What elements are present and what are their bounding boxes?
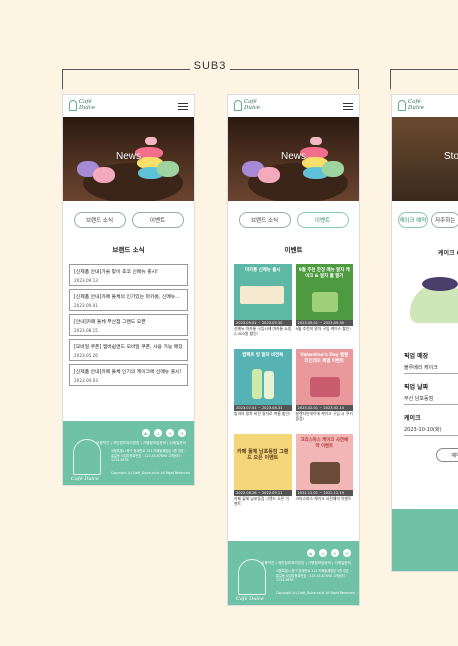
hero-banner: News <box>63 117 194 201</box>
footer-logo-icon <box>238 559 266 595</box>
list-item[interactable]: [신제품 안내]가을 맞이 초코 신메뉴 출시! 2023.09.13 <box>69 264 188 286</box>
mobile-screen-news: Café Dulce News 브랜드 소식 이벤트 브랜드 소식 [신제품 안내… <box>62 94 195 486</box>
tab-brand-news[interactable]: 브랜드 소식 <box>238 212 291 228</box>
hamburger-menu-icon[interactable] <box>178 102 188 110</box>
event-card[interactable]: 마카롱 신메뉴 출시 2023.09.01 ~ 2023.09.30 신메뉴 마… <box>234 264 292 344</box>
tab-bar: 브랜드 소식 이벤트 <box>228 212 359 228</box>
top-bar: Café Dulce <box>392 95 458 117</box>
section-bracket-next <box>390 69 458 89</box>
field-label: 픽업 날짜 <box>404 384 429 391</box>
twitter-icon[interactable]: ✦ <box>166 429 174 437</box>
footer: ▶ ◎ ✦ ✉ 이용약관 | 개인정보처리방침 | 가맹점모집문의 | 이메일문… <box>63 421 194 485</box>
pickup-store-field[interactable]: 블루베리 케이크 <box>404 364 458 374</box>
footer-links[interactable]: 이용약관 | 개인정보처리방침 | 가맹점모집문의 | 이메일문의 <box>261 561 351 566</box>
list-item[interactable]: [모바일 쿠폰] 멤버쉽앤드 모바일 쿠폰, 사용 가능 매장... 2023.… <box>69 339 188 361</box>
news-list: [신제품 안내]가을 맞이 초코 신메뉴 출시! 2023.09.13 [신제품… <box>63 264 194 386</box>
twitter-icon[interactable]: ✦ <box>331 549 339 557</box>
social-links: ▶ ◎ ✦ ✉ <box>142 429 186 437</box>
footer-links[interactable]: 이용약관 | 개인정보처리방침 | 가맹점모집문의 | 이메일문의 <box>96 441 186 446</box>
logo-mark-icon <box>398 100 406 111</box>
cake-field[interactable]: 2023-10-10(화) <box>404 426 458 436</box>
footer-logo-icon <box>73 439 101 475</box>
logo-mark-icon <box>69 100 77 111</box>
hero-banner: News <box>228 117 359 201</box>
social-links: ▶ ◎ ✦ ✉ <box>307 549 351 557</box>
event-card[interactable]: 크리스마스 케이크 사전예약 이벤트 2022.12.01 ~ 2022.12.… <box>295 434 353 514</box>
reserve-button[interactable]: 예약 <box>436 448 458 462</box>
event-image: 크리스마스 케이크 사전예약 이벤트 <box>295 434 353 490</box>
page-title: 케이크 C <box>438 250 458 257</box>
footer-info: 서울특별시 중구 청계천로 123 카페둘체빌딩 5층 대표 : 홍길동 사업자… <box>111 449 186 462</box>
tab-cake-reservation[interactable]: 케이크 예약 <box>398 212 428 228</box>
youtube-icon[interactable]: ▶ <box>142 429 150 437</box>
list-item[interactable]: [신제품 안내]카페 둘체의 인기있는 마카롱, 신메뉴... 2023.09.… <box>69 289 188 311</box>
youtube-icon[interactable]: ▶ <box>307 549 315 557</box>
event-image: Valentine's Day 발렌타인데이 특별 이벤트 <box>295 349 353 405</box>
footer-copyright: Copyright (c) Café_Dulce.co.kr All Right… <box>276 591 355 595</box>
hero-title: Sto <box>444 151 458 162</box>
page-title: 브랜드 소식 <box>112 246 145 254</box>
hero-banner: Sto <box>392 117 458 201</box>
brand-logo[interactable]: Café Dulce <box>234 98 264 114</box>
tab-brand-news[interactable]: 브랜드 소식 <box>73 212 126 228</box>
section-label: SUB3 <box>190 60 230 72</box>
tab-event[interactable]: 이벤트 <box>296 212 349 228</box>
footer-info: 서울특별시 중구 청계천로 123 카페둘체빌딩 5층 대표 : 홍길동 사업자… <box>276 569 351 582</box>
event-image: 카페 둘체 남포동점 그랜드 오픈 이벤트 <box>234 434 292 490</box>
brand-logo[interactable]: Café Dulce <box>398 98 428 114</box>
tab-event[interactable]: 이벤트 <box>131 212 184 228</box>
section-bracket <box>62 69 359 89</box>
footer-copyright: Copyright (c) Café_Dulce.co.kr All Right… <box>111 471 190 475</box>
event-card[interactable]: 9월 추천 한정 메뉴 말차 케이크 & 말차 롤 딸기 2023.09.01 … <box>295 264 353 344</box>
mail-icon[interactable]: ✉ <box>178 429 186 437</box>
list-item[interactable]: [신제품 안내]카페 둘체 인기의 케이크에 신메뉴 출시! 2023.04.0… <box>69 364 188 386</box>
mobile-screen-events: Café Dulce News 브랜드 소식 이벤트 이벤트 마카롱 신메뉴 출시… <box>227 94 360 606</box>
tab-bar: 케이크 예약 자주하는 <box>392 212 458 228</box>
section-header: SUB3 <box>62 60 359 90</box>
event-image: 9월 추천 한정 메뉴 말차 케이크 & 말차 롤 딸기 <box>295 264 353 320</box>
footer-logo-text: Café Dulce <box>236 596 264 602</box>
top-bar: Café Dulce <box>63 95 194 117</box>
footer-logo-text: Café Dulce <box>71 476 99 482</box>
event-image: 컴팩트 빙 말차 비전복 <box>234 349 292 405</box>
tab-faq[interactable]: 자주하는 <box>430 212 458 228</box>
hamburger-menu-icon[interactable] <box>343 102 353 110</box>
cake-image <box>402 273 458 333</box>
tab-bar: 브랜드 소식 이벤트 <box>63 212 194 228</box>
field-label: 케이크 <box>404 415 421 422</box>
event-card[interactable]: 컴팩트 빙 말차 비전복 2023.07.01 ~ 2023.08.31 빙과의… <box>234 349 292 429</box>
mail-icon[interactable]: ✉ <box>343 549 351 557</box>
page-title: 이벤트 <box>284 246 303 254</box>
top-bar: Café Dulce <box>228 95 359 117</box>
footer: ▶ ◎ ✦ ✉ 이용약관 | 개인정보처리방침 | 가맹점모집문의 | 이메일문… <box>228 541 359 605</box>
footer <box>392 509 458 571</box>
event-image: 마카롱 신메뉴 출시 <box>234 264 292 320</box>
instagram-icon[interactable]: ◎ <box>154 429 162 437</box>
mobile-screen-reservation: CaféDulce Sto 케이크 예약 자주하는 케이크 C 픽업 매장 블루… <box>391 94 458 572</box>
list-item[interactable]: [안내]카페 둘체 부산점 그랜드 오픈 2023.08.15 <box>69 314 188 336</box>
pickup-date-field[interactable]: 부산 남포동점 <box>404 395 458 405</box>
hero-title: News <box>115 151 141 162</box>
field-label: 픽업 매장 <box>404 353 429 360</box>
event-card[interactable]: 카페 둘체 남포동점 그랜드 오픈 이벤트 2022.08.26 ~ 2022.… <box>234 434 292 514</box>
hero-title: News <box>280 151 306 162</box>
logo-mark-icon <box>234 100 242 111</box>
brand-logo[interactable]: Café Dulce <box>69 98 99 114</box>
instagram-icon[interactable]: ◎ <box>319 549 327 557</box>
event-grid: 마카롱 신메뉴 출시 2023.09.01 ~ 2023.09.30 신메뉴 마… <box>228 264 359 514</box>
event-card[interactable]: Valentine's Day 발렌타인데이 특별 이벤트 2023.02.01… <box>295 349 353 429</box>
